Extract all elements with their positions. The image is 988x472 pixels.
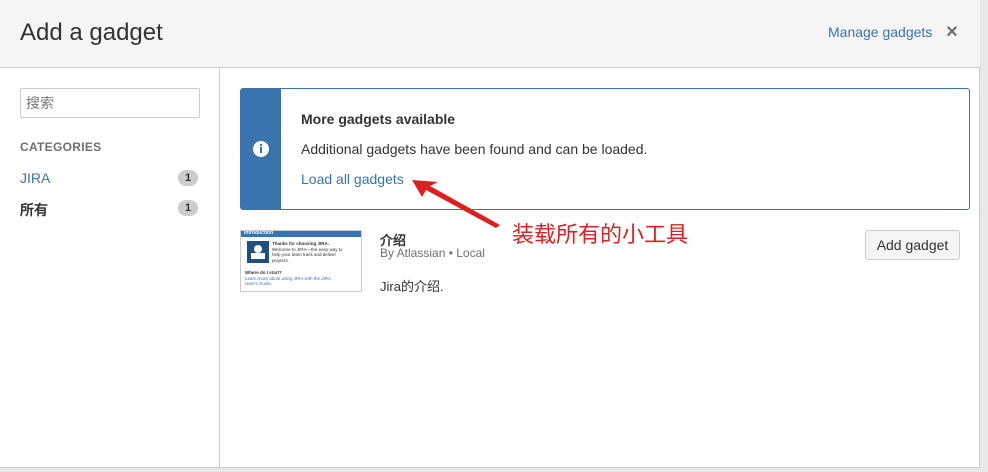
search-input[interactable]: [20, 88, 200, 118]
gadget-thumbnail: Introduction Thanks for choosing JIRA. W…: [240, 230, 362, 292]
thumbnail-line: Thanks for choosing JIRA.: [272, 241, 330, 246]
info-icon: [253, 141, 269, 157]
category-item-all[interactable]: 所有 1: [20, 198, 200, 218]
thumbnail-line: Welcome to JIRA—the easy way to: [272, 246, 343, 252]
manage-gadgets-link[interactable]: Manage gadgets: [828, 24, 932, 40]
load-all-gadgets-link[interactable]: Load all gadgets: [301, 171, 404, 187]
thumbnail-title-bar: Introduction: [241, 230, 361, 237]
more-gadgets-message: More gadgets available Additional gadget…: [240, 88, 970, 210]
dialog-shadow-right: [980, 0, 988, 472]
jira-logo-icon: [247, 241, 269, 263]
message-title: More gadgets available: [301, 111, 456, 127]
thumbnail-title: Introduction: [244, 230, 274, 236]
category-label: JIRA: [20, 170, 51, 186]
dialog-header: Add a gadget Manage gadgets ×: [0, 0, 980, 68]
category-label: 所有: [20, 202, 48, 218]
close-icon[interactable]: ×: [944, 22, 960, 42]
gadget-description: Jira的介绍.: [380, 279, 444, 294]
thumbnail-line: Where do I start?: [245, 270, 282, 275]
category-item-jira[interactable]: JIRA 1: [20, 168, 200, 188]
message-body: Additional gadgets have been found and c…: [301, 141, 648, 157]
dialog-shadow-bottom: [0, 468, 988, 472]
thumbnail-text: Thanks for choosing JIRA. Welcome to JIR…: [272, 241, 342, 263]
thumbnail-line: Learn more about using JIRA with the JIR…: [245, 275, 332, 281]
sidebar: CATEGORIES JIRA 1 所有 1: [0, 68, 220, 468]
dialog-title: Add a gadget: [20, 19, 163, 46]
category-count-badge: 1: [178, 200, 198, 216]
thumbnail-text-lower: Where do I start? Learn more about using…: [245, 270, 331, 287]
thumbnail-line: help your team track and deliver: [272, 252, 337, 257]
category-count-badge: 1: [178, 170, 198, 186]
categories-heading: CATEGORIES: [20, 140, 102, 154]
annotation-arrow-icon: [412, 180, 500, 228]
thumbnail-line: User's Guide.: [245, 281, 273, 286]
add-gadget-button[interactable]: Add gadget: [865, 230, 960, 260]
thumbnail-line: projects.: [272, 257, 290, 263]
gadget-author: By Atlassian • Local: [380, 246, 485, 260]
add-gadget-dialog: Add a gadget Manage gadgets × CATEGORIES…: [0, 0, 980, 468]
message-stripe: [241, 89, 281, 209]
annotation-text: 装载所有的小工具: [512, 223, 689, 248]
